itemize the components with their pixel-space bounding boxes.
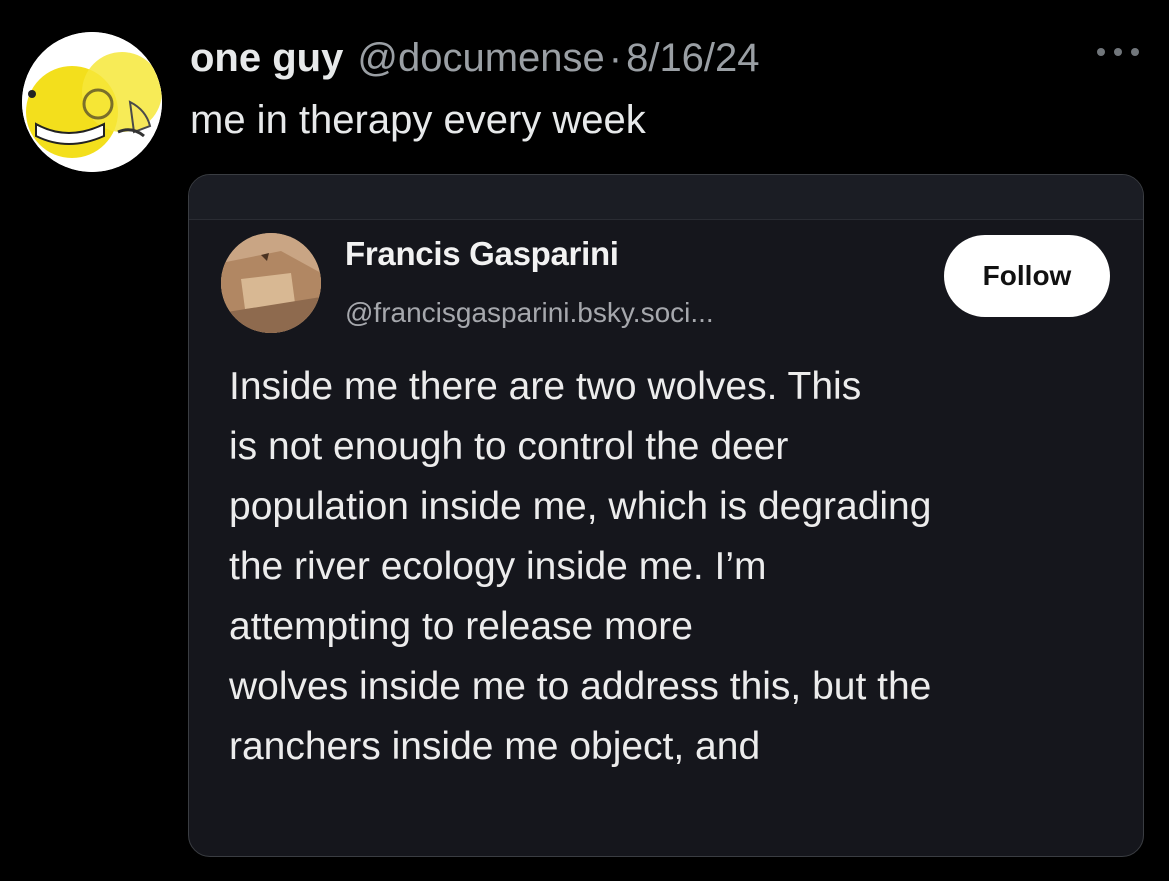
more-horizontal-icon <box>1097 48 1139 56</box>
embedded-author-handle: @francisgasparini.bsky.soci... <box>345 297 714 328</box>
user-handle[interactable]: @documense <box>357 30 604 86</box>
smiley-avatar-icon <box>22 32 162 172</box>
display-name[interactable]: one guy <box>190 30 343 86</box>
more-options-button[interactable] <box>1090 38 1146 66</box>
post-text-line: attempting to release more <box>229 605 693 648</box>
tweet-media-card[interactable]: Francis Gasparini @francisgasparini.bsky… <box>188 174 1144 857</box>
tweet-date[interactable]: 8/16/24 <box>626 30 759 86</box>
post-text-line: the river ecology inside me. I’m <box>229 545 767 588</box>
tweet-text: me in therapy every week <box>190 98 646 142</box>
tweet-header: one guy @documense · 8/16/24 <box>190 30 760 86</box>
post-text-line: Inside me there are two wolves. This <box>229 365 862 408</box>
header-separator: · <box>608 36 623 80</box>
media-top-band <box>189 175 1143 220</box>
post-text-line: population inside me, which is degrading <box>229 485 932 528</box>
follow-button[interactable]: Follow <box>944 235 1110 317</box>
embedded-post-text: Inside me there are two wolves. This is … <box>229 357 1129 777</box>
embedded-author-name: Francis Gasparini <box>345 235 619 272</box>
post-text-line: is not enough to control the deer <box>229 425 789 468</box>
post-text-line: wolves inside me to address this, but th… <box>229 665 932 708</box>
profile-avatar[interactable] <box>22 32 162 172</box>
post-text-line: ranchers inside me object, and <box>229 725 761 768</box>
embedded-author-avatar <box>221 233 321 333</box>
author-photo-icon <box>221 233 321 333</box>
